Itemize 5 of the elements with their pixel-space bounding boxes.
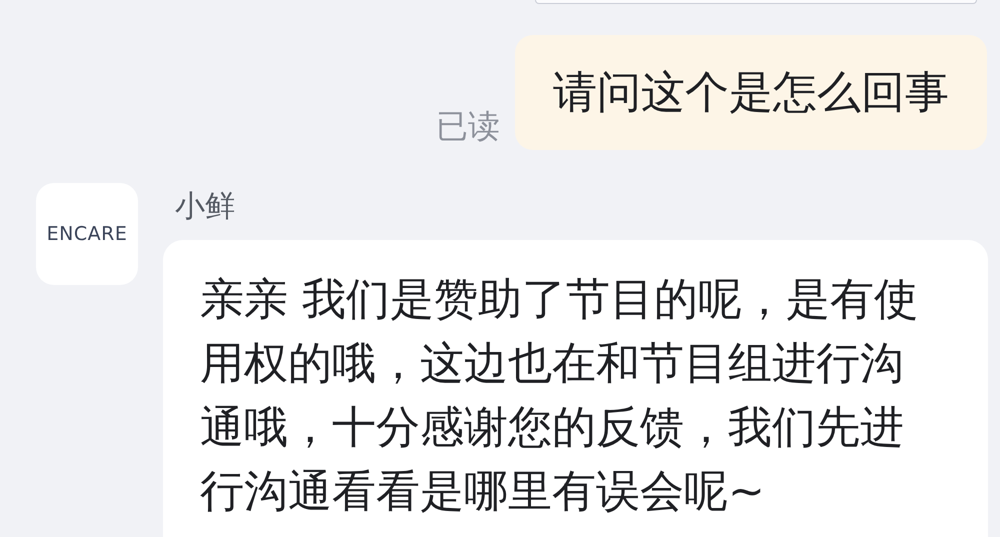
read-status: 已读 [436,106,500,146]
logo-text: ENCARE [46,223,128,245]
message-bubble: 亲亲 我们是赞助了节目的呢，是有使用权的哦，这边也在和节目组进行沟通哦，十分感谢您的反馈，我们先进行沟通看看是哪里有误会呢~ [163,240,988,537]
message-bubble: 请问这个是怎么回事 [515,35,987,150]
sender-name: 小鲜 [175,188,236,226]
